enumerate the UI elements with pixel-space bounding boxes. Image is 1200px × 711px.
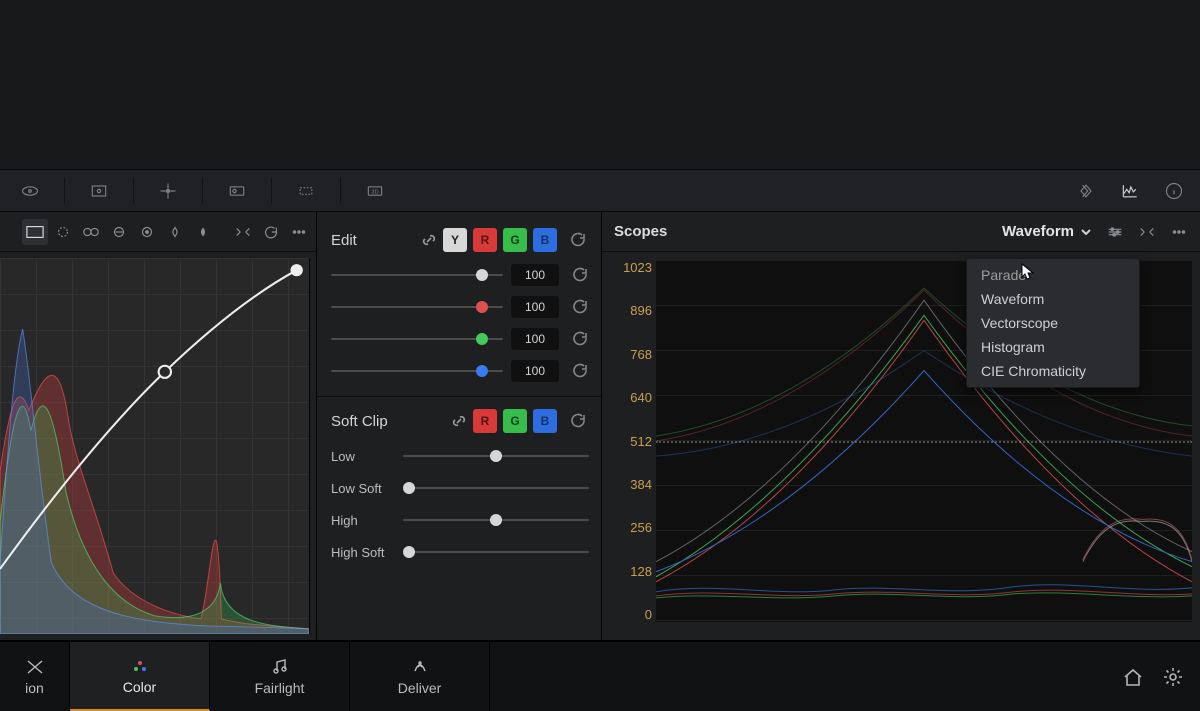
scopes-panel: Scopes Waveform Parade Waveform Vectorsc… <box>602 212 1200 640</box>
reset-icon[interactable] <box>571 360 589 382</box>
edit-value-r[interactable]: 100 <box>511 296 559 318</box>
palette-toolbar: 3D <box>0 170 1200 212</box>
edit-slider-r[interactable]: 100 <box>331 292 589 322</box>
more-icon[interactable] <box>286 219 312 245</box>
softclip-high-soft[interactable]: High Soft <box>331 537 589 567</box>
expand-icon[interactable] <box>230 219 256 245</box>
scopes-icon[interactable] <box>1108 170 1152 212</box>
tracker-icon[interactable] <box>138 170 198 212</box>
window-icon[interactable] <box>69 170 129 212</box>
key-icon[interactable] <box>276 170 336 212</box>
scopes-title: Scopes <box>614 223 998 240</box>
sc-channel-b[interactable]: B <box>533 409 557 433</box>
tab-deliver[interactable]: Deliver <box>350 642 490 711</box>
scopes-type-select[interactable]: Waveform <box>998 221 1096 242</box>
reset-icon[interactable] <box>571 328 589 350</box>
chevron-down-icon <box>1080 226 1092 238</box>
home-icon[interactable] <box>1122 666 1144 688</box>
reset-icon[interactable] <box>567 410 589 432</box>
scopes-option-parade[interactable]: Parade <box>967 263 1139 287</box>
stereo-3d-icon[interactable]: 3D <box>345 170 405 212</box>
qualifier-icon[interactable] <box>0 170 60 212</box>
scopes-option-waveform[interactable]: Waveform <box>967 287 1139 311</box>
curves-graph[interactable] <box>0 258 310 634</box>
sc-channel-g[interactable]: G <box>503 409 527 433</box>
edit-slider-b[interactable]: 100 <box>331 356 589 386</box>
softclip-low-soft[interactable]: Low Soft <box>331 473 589 503</box>
curves-svl-icon[interactable] <box>162 219 188 245</box>
info-icon[interactable] <box>1152 170 1196 212</box>
curve-edit-panel: Edit Y R G B 100 100 100 100 <box>316 212 602 640</box>
scopes-option-vectorscope[interactable]: Vectorscope <box>967 311 1139 335</box>
channel-g[interactable]: G <box>503 228 527 252</box>
svg-text:3D: 3D <box>371 189 378 195</box>
keyframes-icon[interactable] <box>1064 170 1108 212</box>
scopes-expand-icon[interactable] <box>1134 219 1160 245</box>
link-icon[interactable] <box>421 232 437 248</box>
scopes-selected-label: Waveform <box>1002 223 1074 240</box>
curves-extra-icon[interactable] <box>190 219 216 245</box>
curves-hvh-icon[interactable] <box>50 219 76 245</box>
curves-hvl-icon[interactable] <box>106 219 132 245</box>
channel-y[interactable]: Y <box>443 228 467 252</box>
scopes-settings-icon[interactable] <box>1102 219 1128 245</box>
cursor-icon <box>1020 262 1038 280</box>
edit-slider-g[interactable]: 100 <box>331 324 589 354</box>
link-icon[interactable] <box>451 413 467 429</box>
page-tabs: ion Color Fairlight Deliver <box>0 641 1200 711</box>
softclip-high[interactable]: High <box>331 505 589 535</box>
edit-slider-y[interactable]: 100 <box>331 260 589 290</box>
edit-value-y[interactable]: 100 <box>511 264 559 286</box>
sc-channel-r[interactable]: R <box>473 409 497 433</box>
scopes-dropdown: Parade Waveform Vectorscope Histogram CI… <box>966 258 1140 388</box>
reset-icon[interactable] <box>571 296 589 318</box>
scopes-option-cie[interactable]: CIE Chromaticity <box>967 359 1139 383</box>
blur-icon[interactable] <box>207 170 267 212</box>
tab-color[interactable]: Color <box>70 642 210 711</box>
edit-title: Edit <box>331 232 415 249</box>
scopes-more-icon[interactable] <box>1166 219 1192 245</box>
edit-value-b[interactable]: 100 <box>511 360 559 382</box>
edit-value-g[interactable]: 100 <box>511 328 559 350</box>
curves-hvs-icon[interactable] <box>78 219 104 245</box>
curves-lvs-icon[interactable] <box>134 219 160 245</box>
curves-custom-icon[interactable] <box>22 219 48 245</box>
curves-panel <box>0 212 316 640</box>
scopes-option-histogram[interactable]: Histogram <box>967 335 1139 359</box>
viewer-area <box>0 0 1200 170</box>
reset-icon[interactable] <box>571 264 589 286</box>
tab-fairlight[interactable]: Fairlight <box>210 642 350 711</box>
channel-r[interactable]: R <box>473 228 497 252</box>
settings-icon[interactable] <box>1162 666 1184 688</box>
channel-b[interactable]: B <box>533 228 557 252</box>
softclip-low[interactable]: Low <box>331 441 589 471</box>
reset-icon[interactable] <box>258 219 284 245</box>
tab-previous[interactable]: ion <box>0 642 70 711</box>
curves-mode-toolbar <box>0 212 316 252</box>
softclip-title: Soft Clip <box>331 413 445 430</box>
reset-icon[interactable] <box>567 229 589 251</box>
scope-y-axis: 1023896 768640 512384 256128 0 <box>610 260 652 622</box>
